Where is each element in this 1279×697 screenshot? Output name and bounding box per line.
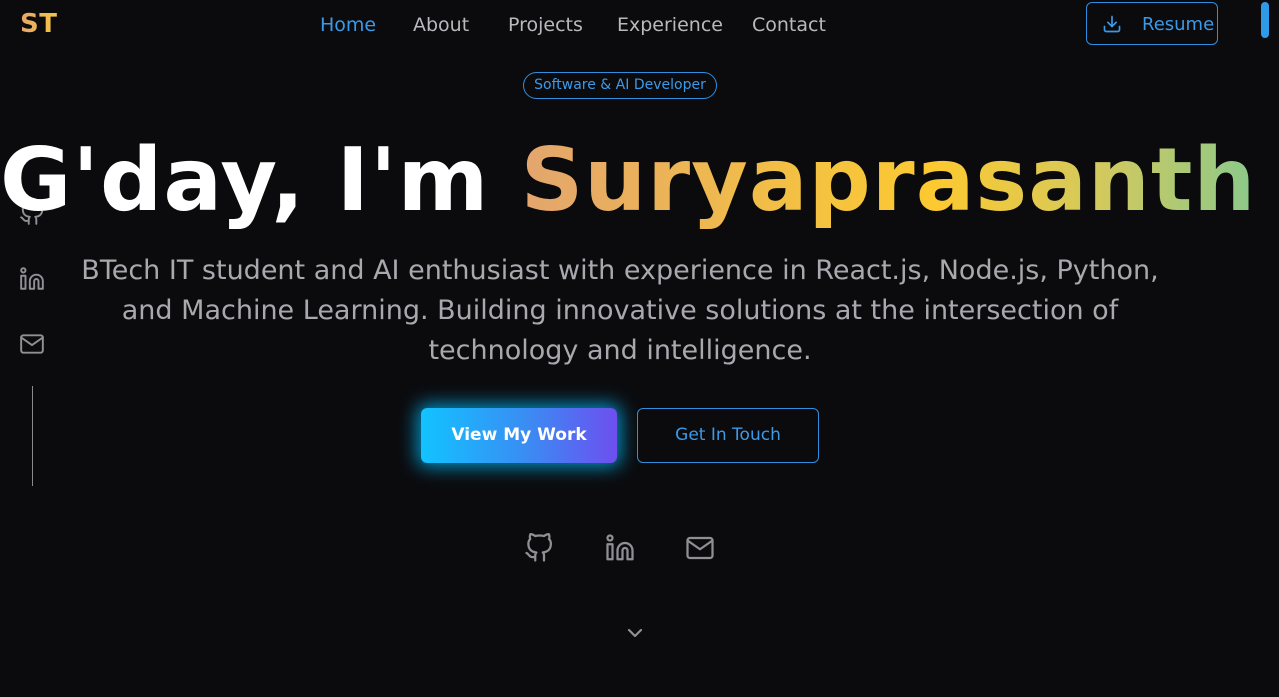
- side-divider-line: [32, 386, 33, 486]
- scrollbar-thumb[interactable]: [1261, 2, 1269, 38]
- portfolio-page: ST Home About Projects Experience Contac…: [0, 0, 1279, 697]
- linkedin-icon[interactable]: [19, 266, 45, 292]
- resume-label: Resume: [1142, 14, 1215, 35]
- nav-home[interactable]: Home: [320, 14, 376, 36]
- headline-greeting: G'day, I'm: [0, 129, 521, 231]
- nav-projects[interactable]: Projects: [508, 14, 583, 36]
- hero-headline: G'day, I'm Suryaprasanth T: [0, 128, 1279, 232]
- resume-button[interactable]: Resume: [1086, 2, 1218, 45]
- mail-icon[interactable]: [685, 533, 715, 563]
- nav-contact[interactable]: Contact: [752, 14, 826, 36]
- view-my-work-button[interactable]: View My Work: [421, 408, 617, 463]
- hero-tagline: BTech IT student and AI enthusiast with …: [81, 255, 1159, 366]
- github-icon[interactable]: [524, 533, 554, 563]
- role-badge: Software & AI Developer: [523, 72, 717, 99]
- get-in-touch-button[interactable]: Get In Touch: [637, 408, 819, 463]
- download-icon: [1102, 14, 1122, 34]
- linkedin-icon[interactable]: [605, 533, 635, 563]
- nav-about[interactable]: About: [413, 14, 469, 36]
- chevron-down-icon[interactable]: [623, 621, 647, 645]
- nav-experience[interactable]: Experience: [617, 14, 723, 36]
- headline-name: Suryaprasanth T: [521, 129, 1279, 231]
- mail-icon[interactable]: [19, 331, 45, 357]
